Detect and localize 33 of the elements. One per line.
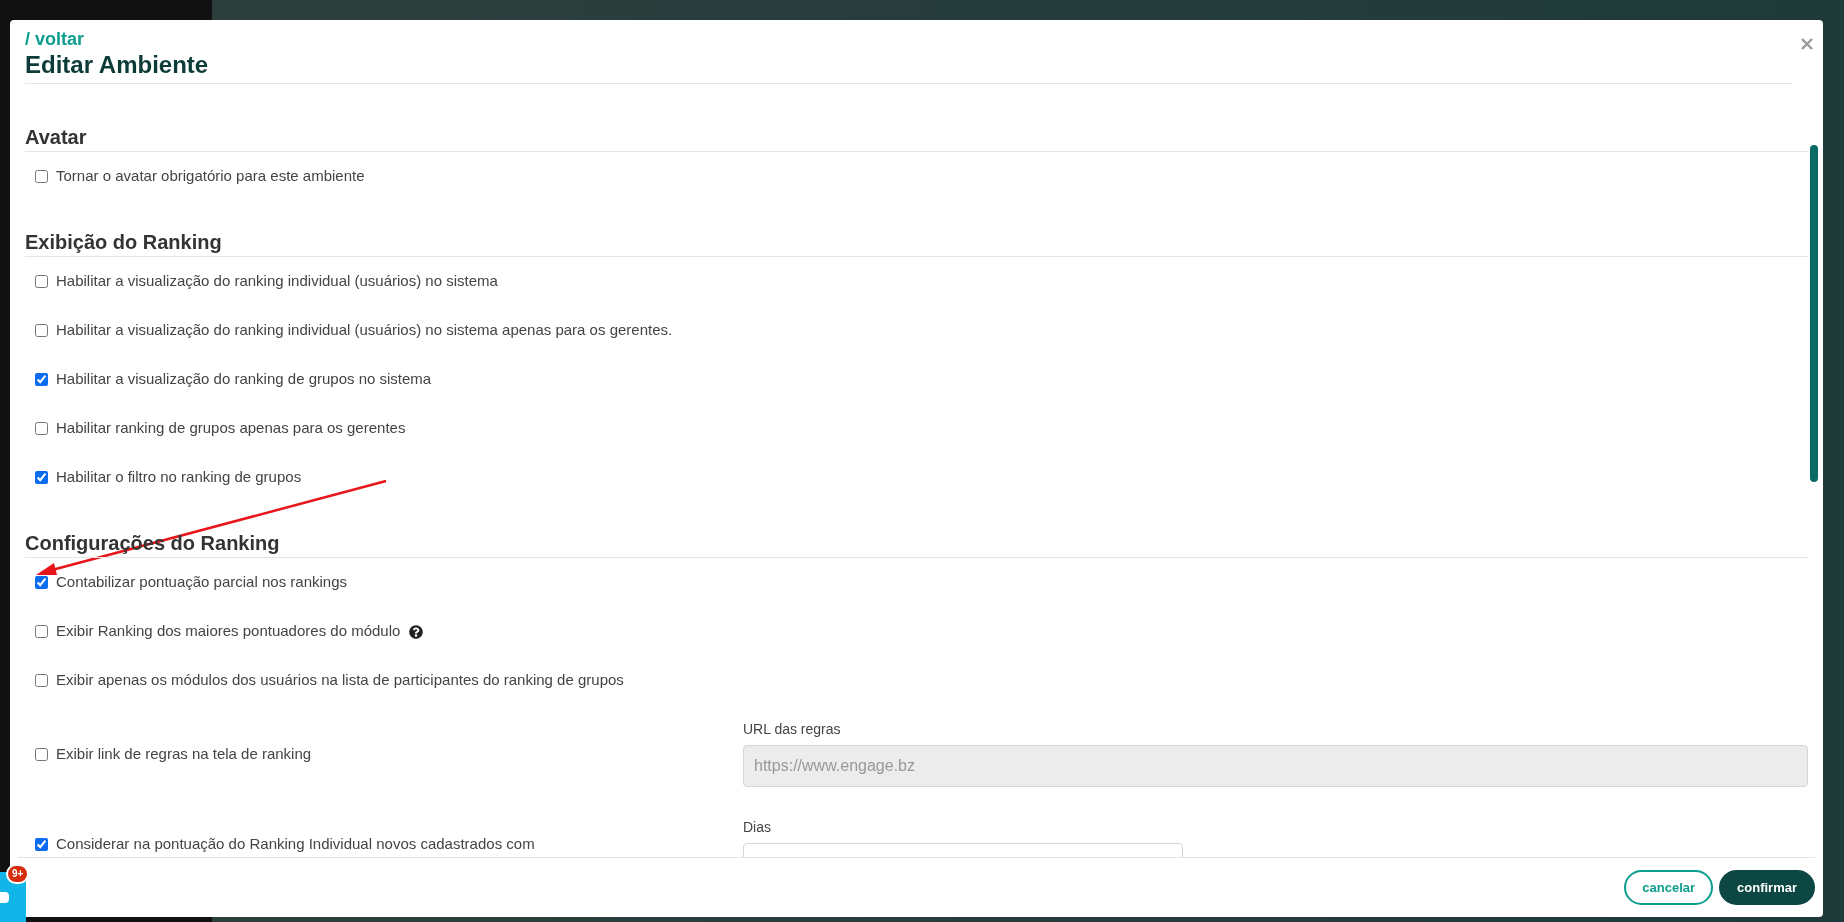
checkbox[interactable] [35,471,48,484]
back-link[interactable]: / voltar [25,28,85,50]
section-heading: Exibição do Ranking [25,229,1808,257]
checkbox[interactable] [35,170,48,183]
checkbox[interactable] [35,748,48,761]
checkbox[interactable] [35,576,48,589]
close-button[interactable] [1799,36,1815,52]
option-label: Habilitar ranking de grupos apenas para os gerentes [56,418,406,439]
option-label: Contabilizar pontuação parcial nos rankings [56,572,347,593]
option-label: Tornar o avatar obrigatório para este ambiente [56,166,365,187]
checkbox[interactable] [35,674,48,687]
help-icon[interactable] [409,624,424,639]
checkbox[interactable] [35,275,48,288]
option-label: Exibir apenas os módulos dos usuários na lista de participantes do ranking de grupos [56,670,624,691]
option-label: Habilitar o filtro no ranking de grupos [56,467,302,488]
option-label: Habilitar a visualização do ranking individual (usuários) no sistema apenas para os gerentes. [56,320,673,341]
checkbox[interactable] [35,373,48,386]
option-label: Considerar na pontuação do Ranking Individual novos cadastrados com [56,834,535,855]
field-label: Dias [743,818,771,837]
checkbox[interactable] [35,422,48,435]
option-label: Exibir link de regras na tela de ranking [56,744,312,765]
field-label: URL das regras [743,720,841,739]
checkbox[interactable] [35,838,48,851]
option-label: Habilitar a visualização do ranking de grupos no sistema [56,369,432,390]
modal-title: Editar Ambiente [25,50,209,80]
checkbox[interactable] [35,324,48,337]
option-label: Exibir Ranking dos maiores pontuadores do módulo [56,621,401,642]
scrollbar[interactable] [1810,145,1818,482]
option-label: Habilitar a visualização do ranking individual (usuários) no sistema [56,271,498,292]
checkbox[interactable] [35,625,48,638]
cancel-button[interactable]: cancelar [1624,870,1714,905]
confirm-button[interactable]: confirmar [1719,870,1815,905]
section-heading: Avatar [25,124,1808,152]
